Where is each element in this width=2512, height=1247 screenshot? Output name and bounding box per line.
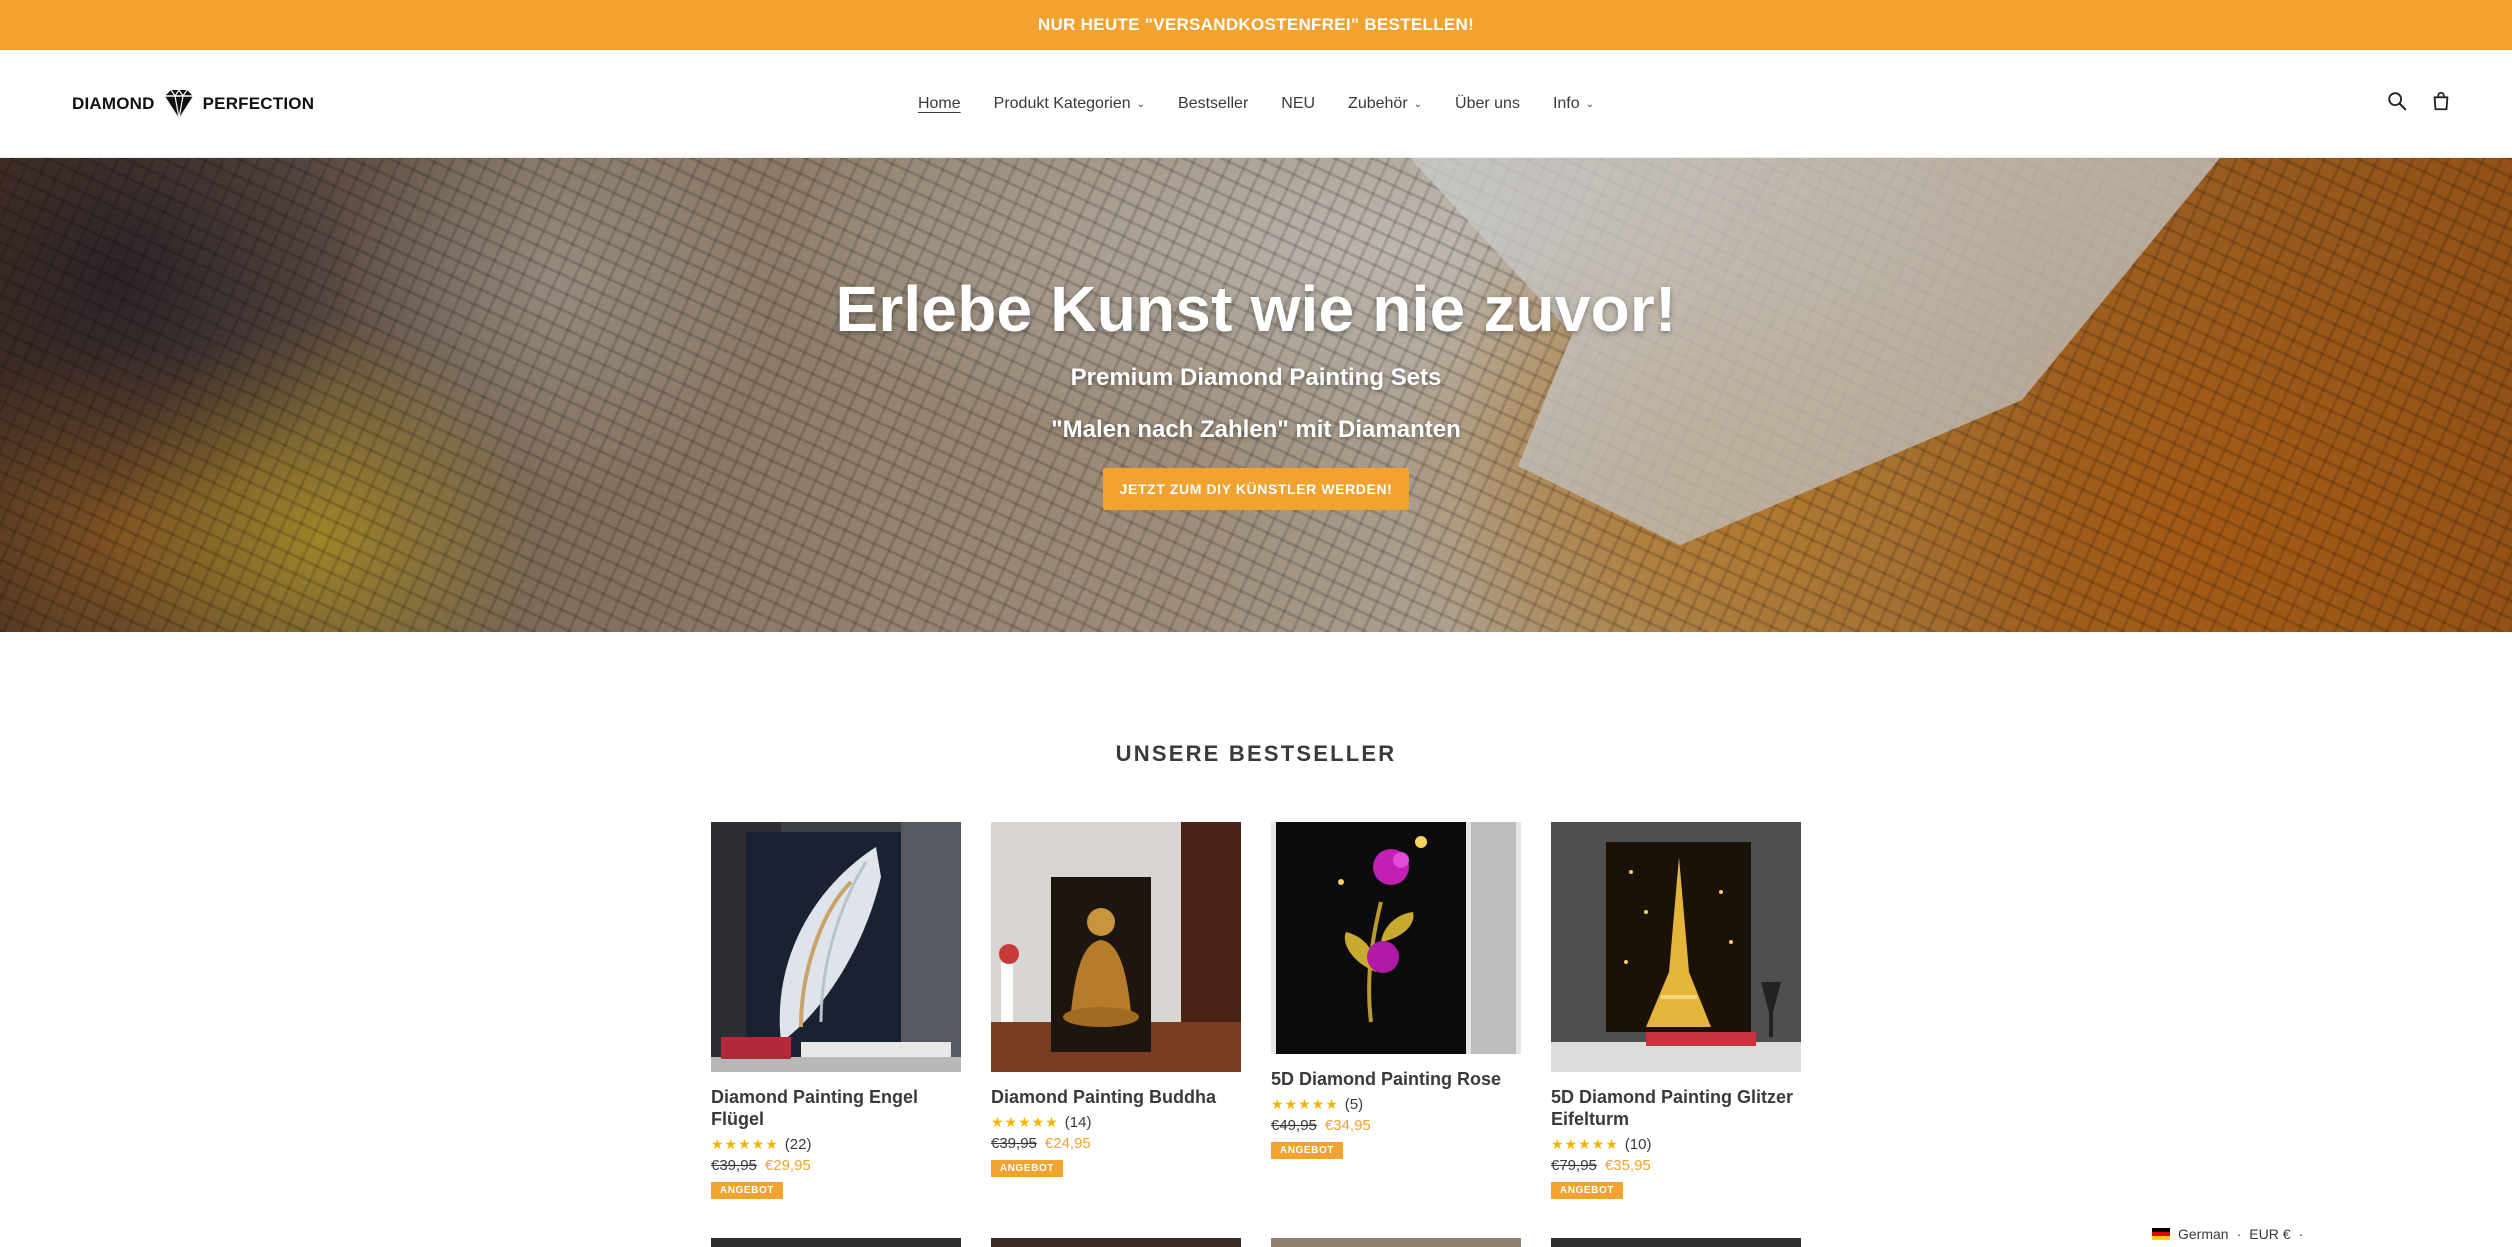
nav-item-info[interactable]: Info ⌄ [1553,95,1594,113]
sale-price: €24,95 [1044,1135,1091,1152]
product-image[interactable] [1271,822,1521,1054]
germany-flag-icon [2152,1228,2170,1240]
logo-text-left: DIAMOND [72,94,155,113]
rating-count: (14) [1064,1114,1092,1131]
nav-item-ueber-uns[interactable]: Über uns [1455,95,1520,113]
rating-stars: ★★★★★ [991,1114,1059,1130]
old-price: €39,95 [991,1135,1037,1152]
nav-item-produkt-kategorien[interactable]: Produkt Kategorien ⌄ [994,95,1145,113]
product-image-buddha [991,822,1241,1072]
product-image-partial[interactable] [1271,1238,1521,1247]
product-rating: ★★★★★ (22) [711,1136,961,1153]
main-nav: Home Produkt Kategorien ⌄ Bestseller NEU… [0,50,2512,158]
product-image-rose [1271,822,1521,1054]
rating-stars: ★★★★★ [1551,1136,1619,1152]
product-rating: ★★★★★ (10) [1551,1136,1801,1153]
product-card[interactable]: Diamond Painting Engel Flügel ★★★★★ (22)… [711,822,961,1199]
nav-item-label: Bestseller [1178,95,1249,112]
rating-count: (10) [1624,1136,1652,1153]
nav-item-label: Produkt Kategorien [993,95,1131,112]
separator-dot: · [2236,1226,2242,1242]
announcement-bar: NUR HEUTE "VERSANDKOSTENFREI" BESTELLEN! [0,0,2512,50]
product-rating: ★★★★★ (14) [991,1114,1241,1131]
product-price: €39,95 €24,95 [991,1135,1241,1152]
old-price: €39,95 [711,1157,757,1174]
locale-selector[interactable]: German · EUR € · [2152,1226,2303,1242]
nav-item-label: NEU [1281,95,1316,112]
nav-item-label: Über uns [1455,95,1520,112]
header-icons [2386,90,2452,112]
product-title[interactable]: 5D Diamond Painting Rose [1271,1068,1521,1090]
hero-content: Erlebe Kunst wie nie zuvor! Premium Diam… [0,158,2512,632]
product-card[interactable]: 5D Diamond Painting Glitzer Eifelturm ★★… [1551,822,1801,1199]
nav-item-bestseller[interactable]: Bestseller [1178,95,1248,113]
product-title[interactable]: 5D Diamond Painting Glitzer Eifelturm [1551,1086,1801,1130]
chevron-down-icon: ⌄ [1585,98,1595,110]
diamond-logo-icon [164,88,193,119]
product-image[interactable] [711,822,961,1072]
rating-stars: ★★★★★ [711,1136,779,1152]
product-price: €79,95 €35,95 [1551,1157,1801,1174]
language-label: German [2178,1226,2229,1242]
product-image-partial[interactable] [991,1238,1241,1247]
sale-badge: ANGEBOT [991,1160,1063,1177]
announcement-text: NUR HEUTE "VERSANDKOSTENFREI" BESTELLEN! [1037,15,1475,34]
product-image-partial[interactable] [1551,1238,1801,1247]
product-title[interactable]: Diamond Painting Engel Flügel [711,1086,961,1130]
nav-item-label: Zubehör [1348,95,1408,112]
logo[interactable]: DIAMOND PERFECTION [72,84,314,124]
sale-price: €35,95 [1604,1157,1651,1174]
product-image[interactable] [1551,822,1801,1072]
hero-subtitle-1: Premium Diamond Painting Sets [1070,364,1442,391]
nav-item-zubehoer[interactable]: Zubehör ⌄ [1348,95,1422,113]
old-price: €49,95 [1271,1117,1317,1134]
hero-title: Erlebe Kunst wie nie zuvor! [835,273,1677,345]
hero-subtitle-2: "Malen nach Zahlen" mit Diamanten [1051,416,1461,443]
nav-items: Home Produkt Kategorien ⌄ Bestseller NEU… [918,95,1594,113]
currency-label: EUR € [2249,1226,2291,1242]
cart-icon[interactable] [2430,90,2452,112]
product-price: €39,95 €29,95 [711,1157,961,1174]
separator-dot: · [2298,1226,2304,1242]
product-title[interactable]: Diamond Painting Buddha [991,1086,1241,1108]
product-image-angel-wings [711,822,961,1072]
sale-badge: ANGEBOT [711,1182,783,1199]
old-price: €79,95 [1551,1157,1597,1174]
chevron-down-icon: ⌄ [1413,98,1423,110]
nav-item-label: Home [917,95,961,112]
bestseller-section-title: UNSERE BESTSELLER [1115,741,1397,766]
hero-banner: Erlebe Kunst wie nie zuvor! Premium Diam… [0,158,2512,632]
search-icon[interactable] [2386,90,2408,112]
product-image-partial[interactable] [711,1238,961,1247]
logo-text-right: PERFECTION [202,94,315,113]
product-card[interactable]: 5D Diamond Painting Rose ★★★★★ (5) €49,9… [1271,822,1521,1159]
rating-count: (5) [1344,1096,1364,1113]
nav-item-home[interactable]: Home [918,95,961,113]
sale-price: €34,95 [1324,1117,1371,1134]
rating-stars: ★★★★★ [1271,1096,1339,1112]
product-image-eiffel-tower [1551,822,1801,1072]
nav-item-label: Info [1552,95,1580,112]
product-image[interactable] [991,822,1241,1072]
sale-badge: ANGEBOT [1551,1182,1623,1199]
sale-price: €29,95 [764,1157,811,1174]
rating-count: (22) [784,1136,812,1153]
sale-badge: ANGEBOT [1271,1142,1343,1159]
nav-item-neu[interactable]: NEU [1281,95,1315,113]
chevron-down-icon: ⌄ [1136,98,1146,110]
product-grid-next-row [711,1238,1801,1247]
product-card[interactable]: Diamond Painting Buddha ★★★★★ (14) €39,9… [991,822,1241,1177]
product-price: €49,95 €34,95 [1271,1117,1521,1134]
site-header: DIAMOND PERFECTION Home Produkt Kategori… [0,50,2512,158]
product-rating: ★★★★★ (5) [1271,1096,1521,1113]
product-grid: Diamond Painting Engel Flügel ★★★★★ (22)… [711,822,1801,1202]
hero-cta-button[interactable]: JETZT ZUM DIY KÜNSTLER WERDEN! [1103,468,1409,510]
